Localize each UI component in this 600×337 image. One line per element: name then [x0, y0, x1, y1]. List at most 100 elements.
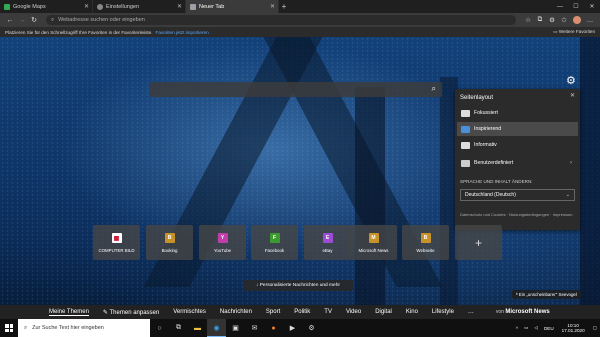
- layout-option-custom[interactable]: Benutzerdefiniert ›: [457, 156, 578, 170]
- image-credit-button[interactable]: ᵇ Ein „unscheinbarer" Seevogel: [512, 290, 581, 299]
- quick-link-youtube[interactable]: Y YouTube: [199, 225, 246, 260]
- refresh-icon[interactable]: ↻: [28, 16, 40, 24]
- file-explorer-icon[interactable]: ▬: [188, 319, 207, 337]
- close-window-icon[interactable]: ✕: [584, 0, 600, 13]
- quick-link-microsoft-news[interactable]: M Microsoft News: [350, 225, 397, 260]
- news-tab-sport[interactable]: Sport: [266, 309, 280, 315]
- news-tab-nachrichten[interactable]: Nachrichten: [220, 309, 252, 315]
- mail-icon[interactable]: ✉: [245, 319, 264, 337]
- firefox-icon[interactable]: ●: [264, 319, 283, 337]
- search-icon[interactable]: ⌕: [432, 84, 436, 94]
- page-settings-gear-icon[interactable]: ⚙: [566, 74, 576, 87]
- language-indicator[interactable]: DEU: [544, 326, 554, 331]
- add-quick-link-button[interactable]: +: [455, 225, 502, 260]
- tab-label: Neuer Tab: [199, 3, 225, 10]
- collections-icon[interactable]: ⧉: [534, 16, 546, 24]
- facebook-logo-icon: F: [269, 233, 280, 243]
- news-tab-customize[interactable]: ✎ Themen anpassen: [103, 309, 159, 316]
- layout-option-informational[interactable]: Informativ: [457, 138, 578, 152]
- tile-label: eBay: [322, 248, 333, 253]
- informational-layout-icon: [461, 141, 470, 149]
- media-player-icon[interactable]: ▶: [283, 319, 302, 337]
- option-label: Informativ: [474, 142, 497, 148]
- personalized-news-button[interactable]: ↓ Personalisierte Nachrichten und mehr: [243, 280, 353, 291]
- search-input[interactable]: ⌕: [150, 82, 442, 97]
- custom-layout-icon: [461, 159, 470, 167]
- msn-attribution: von Microsoft News: [496, 309, 550, 315]
- favorite-star-icon[interactable]: ☆: [522, 16, 534, 24]
- close-icon[interactable]: ✕: [570, 92, 575, 99]
- network-icon[interactable]: ▭: [524, 325, 528, 331]
- settings-icon[interactable]: ⚙: [302, 319, 321, 337]
- taskbar-search-input[interactable]: ⌕ Zur Suche Text hier eingeben: [18, 319, 150, 337]
- windows-taskbar: ⌕ Zur Suche Text hier eingeben ○ ⧉ ▬ ◉ ▣…: [0, 319, 600, 337]
- store-icon[interactable]: ▣: [226, 319, 245, 337]
- avatar[interactable]: [573, 16, 581, 24]
- new-tab-button[interactable]: +: [279, 0, 289, 13]
- clock-date: 17.01.2020: [561, 328, 585, 333]
- news-tab-kino[interactable]: Kino: [406, 309, 418, 315]
- new-tab-icon: [190, 3, 196, 10]
- news-tab-tv[interactable]: TV: [324, 309, 332, 315]
- layout-option-inspirational[interactable]: Inspirierend: [457, 122, 578, 136]
- close-icon[interactable]: ✕: [177, 3, 182, 10]
- other-favorites-label: Weitere Favoriten: [558, 29, 595, 34]
- url-input[interactable]: ⌕ Webadresse suchen oder eingeben: [46, 15, 516, 25]
- task-view-icon[interactable]: ⧉: [169, 319, 188, 337]
- page-layout-panel: Seitenlayout ✕ Fokussiert Inspirierend I…: [455, 89, 580, 230]
- msn-brand: Microsoft News: [505, 309, 550, 315]
- windows-logo-icon: [5, 324, 13, 332]
- close-icon[interactable]: ✕: [270, 3, 275, 10]
- privacy-links[interactable]: Datenschutz und Cookies · Nutzungsbeding…: [460, 212, 578, 217]
- quick-link-ebay[interactable]: E eBay: [304, 225, 351, 260]
- start-button[interactable]: [0, 319, 18, 337]
- search-icon: ⌕: [24, 324, 28, 331]
- back-icon[interactable]: ←: [4, 17, 16, 24]
- forward-icon[interactable]: →: [16, 17, 28, 24]
- news-tab-video[interactable]: Video: [346, 309, 361, 315]
- minimize-icon[interactable]: —: [552, 0, 568, 13]
- extensions-icon[interactable]: ⚙: [546, 16, 558, 24]
- news-tab-politik[interactable]: Politik: [294, 309, 310, 315]
- news-tab-digital[interactable]: Digital: [375, 309, 392, 315]
- customize-label: Themen anpassen: [109, 309, 160, 316]
- close-icon[interactable]: ✕: [84, 3, 89, 10]
- news-tab-lifestyle[interactable]: Lifestyle: [432, 309, 454, 315]
- tile-label: Facebook: [264, 248, 285, 253]
- plus-icon: +: [474, 235, 482, 250]
- quick-link-facebook[interactable]: F Facebook: [251, 225, 298, 260]
- gear-icon: [97, 3, 103, 10]
- quick-link-webseite[interactable]: B Webseite: [402, 225, 449, 260]
- edge-icon[interactable]: ◉: [207, 319, 226, 337]
- tray-chevron-icon[interactable]: ^: [516, 326, 518, 331]
- quick-link-computer-bild[interactable]: ▦ COMPUTER BILD: [93, 225, 140, 260]
- favbar-hint: Platzieren Sie für den Schnellzugriff Ih…: [5, 29, 153, 35]
- msn-prefix: von: [495, 309, 504, 315]
- tile-label: COMPUTER BILD: [98, 248, 135, 253]
- notifications-icon[interactable]: ▢: [593, 325, 597, 331]
- tab-new-tab[interactable]: Neuer Tab ✕: [186, 0, 279, 13]
- pier-pillar: [355, 87, 385, 318]
- layout-option-focused[interactable]: Fokussiert: [457, 106, 578, 120]
- news-more-button[interactable]: …: [468, 309, 474, 315]
- tab-google-maps[interactable]: Google Maps ✕: [0, 0, 93, 13]
- maximize-icon[interactable]: ☐: [568, 0, 584, 13]
- language-label: SPRACHE UND INHALT ÄNDERN:: [460, 179, 533, 184]
- tab-settings[interactable]: Einstellungen ✕: [93, 0, 186, 13]
- import-favorites-link[interactable]: Favoriten jetzt importieren: [156, 30, 209, 35]
- clock[interactable]: 10:10 17.01.2020: [562, 323, 585, 334]
- system-tray: ^ ▭ ◁ DEU 10:10 17.01.2020 ▢: [513, 323, 600, 334]
- cortana-icon[interactable]: ○: [150, 319, 169, 337]
- volume-icon[interactable]: ◁: [534, 325, 538, 331]
- url-placeholder: Webadresse suchen oder eingeben: [58, 17, 145, 23]
- youtube-logo-icon: Y: [217, 233, 228, 243]
- booking-logo-icon: B: [164, 233, 175, 243]
- news-tab-my-topics[interactable]: Meine Themen: [49, 309, 89, 316]
- language-select[interactable]: Deutschland (Deutsch) ⌄: [460, 189, 575, 201]
- other-favorites[interactable]: ▭ Weitere Favoriten: [553, 29, 595, 35]
- more-menu-icon[interactable]: …: [584, 17, 596, 24]
- quick-link-booking[interactable]: B Booking: [146, 225, 193, 260]
- option-label: Fokussiert: [474, 110, 498, 116]
- favorites-icon[interactable]: ✩: [558, 16, 570, 24]
- news-tab-vermischtes[interactable]: Vermischtes: [173, 309, 206, 315]
